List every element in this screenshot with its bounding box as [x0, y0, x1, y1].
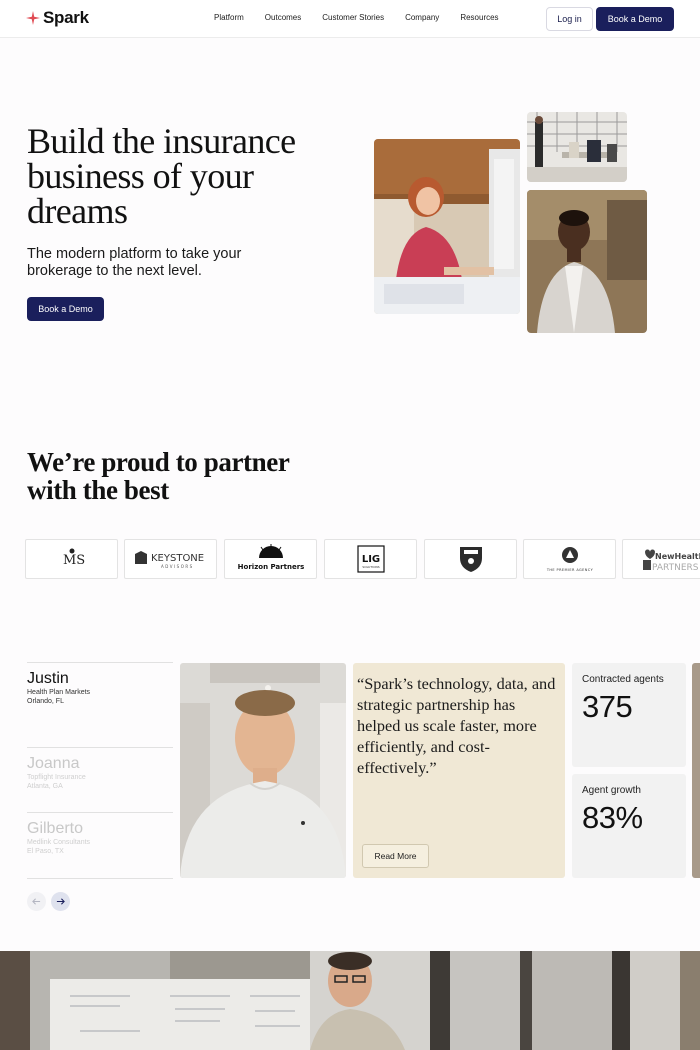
partner-logo-strip: MS KEYSTONE ADVISORS Horizon Partners LI… [25, 539, 700, 580]
office-meeting-photo [527, 112, 627, 182]
customer-location: Orlando, FL [27, 698, 64, 705]
partner-logo-horizon: Horizon Partners [224, 539, 317, 579]
partner-logo-premier-agency: THE PREMIER AGENCY [523, 539, 616, 579]
partner-logo-text: NewHealth [655, 552, 700, 561]
customer-name: Joanna [27, 755, 80, 772]
customer-list-divider [27, 878, 173, 879]
nav-link-company[interactable]: Company [405, 13, 439, 22]
customer-location: El Paso, TX [27, 848, 64, 855]
next-testimonial-peek [692, 663, 700, 878]
partner-logo-text: THE PREMIER AGENCY [545, 568, 593, 572]
stat-value: 83% [582, 800, 643, 835]
next-button[interactable] [51, 892, 70, 911]
justin-portrait-photo [180, 663, 346, 878]
partner-logo-new-health: NewHealth PARTNERS [622, 539, 700, 579]
customer-company: Topflight Insurance [27, 774, 86, 781]
spark-star-icon [26, 11, 40, 25]
partner-logo-shield [424, 539, 517, 579]
partner-logo-text: MS [63, 553, 85, 568]
arrow-right-icon [56, 898, 65, 905]
top-nav: Spark Platform Outcomes Customer Stories… [0, 0, 700, 38]
nav-link-outcomes[interactable]: Outcomes [265, 13, 301, 22]
customer-company: Medlink Consultants [27, 839, 91, 846]
spark-logo[interactable]: Spark [26, 8, 89, 28]
customer-item-justin[interactable]: Justin Health Plan Markets Orlando, FL [27, 662, 173, 706]
hero-book-demo-button[interactable]: Book a Demo [27, 297, 104, 321]
partners-title: We’re proud to partner with the best [27, 447, 289, 505]
customer-name: Justin [27, 670, 69, 687]
nav-book-demo-button[interactable]: Book a Demo [596, 7, 674, 31]
partner-logo-text: KEYSTONE [151, 553, 204, 564]
stat-value: 375 [582, 689, 633, 724]
stat-card-contracted-agents: Contracted agents 375 [572, 663, 686, 767]
nav-links: Platform Outcomes Customer Stories Compa… [214, 13, 520, 22]
partner-logo-subtext: SOLUTIONS [362, 565, 379, 569]
partner-logo-text: Horizon Partners [237, 563, 304, 571]
partner-logo-subtext: PARTNERS [652, 563, 699, 573]
testimonial-quote: “Spark’s technology, data, and strategic… [357, 674, 556, 777]
woman-at-computer-photo [374, 139, 520, 314]
login-button[interactable]: Log in [546, 7, 593, 31]
arrow-left-icon [32, 898, 41, 905]
partner-logo-subtext: ADVISORS [161, 564, 194, 569]
brand-name: Spark [43, 8, 89, 27]
stat-label: Agent growth [582, 785, 641, 796]
partner-logo-keystone: KEYSTONE ADVISORS [124, 539, 217, 579]
nav-link-platform[interactable]: Platform [214, 13, 244, 22]
hero-subtitle: The modern platform to take your brokera… [27, 246, 242, 279]
customer-location: Atlanta, GA [27, 783, 63, 790]
partner-logo-lig: LIG SOLUTIONS [324, 539, 417, 579]
nav-link-resources[interactable]: Resources [460, 13, 498, 22]
customer-company: Health Plan Markets [27, 689, 91, 696]
nav-link-customer-stories[interactable]: Customer Stories [322, 13, 384, 22]
customer-name: Gilberto [27, 820, 84, 837]
hero-title: Build the insurance business of your dre… [27, 121, 296, 231]
read-more-button[interactable]: Read More [362, 844, 429, 868]
whiteboard-team-photo [0, 951, 700, 1050]
stat-card-agent-growth: Agent growth 83% [572, 774, 686, 878]
stat-label: Contracted agents [582, 674, 664, 685]
partner-logo-text: LIG [361, 554, 379, 565]
customer-item-gilberto[interactable]: Gilberto Medlink Consultants El Paso, TX [27, 812, 173, 856]
quote-card: “Spark’s technology, data, and strategic… [353, 663, 565, 878]
previous-button[interactable] [27, 892, 46, 911]
smiling-man-photo [527, 190, 647, 333]
partner-logo-ms: MS [25, 539, 118, 579]
customer-item-joanna[interactable]: Joanna Topflight Insurance Atlanta, GA [27, 747, 173, 791]
